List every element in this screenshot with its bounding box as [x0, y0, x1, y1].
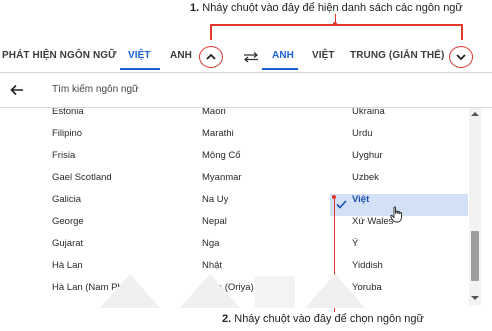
chevron-up-icon — [206, 53, 216, 60]
tab-source-vietnamese[interactable]: VIỆT — [128, 50, 151, 61]
checkmark-icon — [336, 200, 347, 209]
callout-1-text: Nháy chuột vào đây để hiện danh sách các… — [199, 2, 463, 14]
language-item[interactable]: Maori — [202, 108, 226, 123]
language-item-selected[interactable]: Việt — [352, 189, 369, 211]
language-item[interactable]: Estonia — [52, 108, 84, 123]
language-item[interactable]: Nhật — [202, 255, 222, 277]
source-languages-toggle-button[interactable] — [199, 46, 223, 68]
language-item[interactable]: Yiddish — [352, 255, 383, 277]
language-item[interactable]: Hà Lan (Nam Phi) — [52, 277, 128, 299]
language-item[interactable]: Hà Lan — [52, 255, 83, 277]
list-scrollbar[interactable] — [469, 108, 481, 305]
callout-1-number: 1. — [190, 2, 200, 14]
scrollbar-thumb[interactable] — [471, 231, 479, 281]
language-bar: PHÁT HIỆN NGÔN NGỮ VIỆT ANH ANH VIỆT TRU… — [0, 40, 492, 73]
language-item[interactable]: Na Uy — [202, 189, 228, 211]
source-active-underline — [120, 68, 160, 70]
back-arrow-icon[interactable] — [10, 84, 24, 96]
search-input[interactable]: Tìm kiếm ngôn ngữ — [52, 84, 139, 95]
tab-target-english[interactable]: ANH — [272, 50, 294, 61]
callout-2-number: 2. — [222, 313, 232, 325]
chevron-down-icon — [456, 54, 466, 61]
callout-2-text: Nháy chuột vào đây để chọn ngôn ngữ — [231, 313, 424, 325]
scroll-down-icon[interactable] — [471, 295, 479, 301]
swap-languages-icon[interactable] — [242, 52, 260, 62]
target-languages-toggle-button[interactable] — [449, 46, 473, 68]
language-list: Estonia Filipino Frisia Gael Scotland Ga… — [0, 108, 492, 305]
language-item[interactable]: George — [52, 211, 84, 233]
language-item[interactable]: Yoruba — [352, 277, 382, 299]
language-item[interactable]: Urdu — [352, 123, 373, 145]
language-item[interactable]: Uzbek — [352, 167, 379, 189]
tab-detect-language[interactable]: PHÁT HIỆN NGÔN NGỮ — [2, 50, 117, 61]
tab-target-chinese-simplified[interactable]: TRUNG (GIẢN THỂ) — [350, 50, 444, 61]
target-active-underline — [262, 68, 298, 70]
callout-1-line-mid — [334, 14, 336, 24]
language-item[interactable]: Uyghur — [352, 145, 383, 167]
callout-1: 1. Nháy chuột vào đây để hiện danh sách … — [190, 2, 490, 14]
language-item[interactable]: Galicia — [52, 189, 81, 211]
language-item[interactable]: Frisia — [52, 145, 75, 167]
callout-2: 2. Nháy chuột vào đây để chọn ngôn ngữ — [222, 313, 424, 325]
hand-cursor-icon — [390, 206, 402, 223]
language-item[interactable]: Nga — [202, 233, 219, 255]
language-item[interactable]: Nepal — [202, 211, 227, 233]
tab-target-vietnamese[interactable]: VIỆT — [312, 50, 335, 61]
language-item[interactable]: Gujarat — [52, 233, 83, 255]
scroll-up-icon[interactable] — [471, 111, 479, 117]
language-item[interactable]: Mông Cổ — [202, 145, 241, 167]
language-item[interactable]: Ukraina — [352, 108, 385, 123]
language-item[interactable]: Marathi — [202, 123, 234, 145]
language-item[interactable]: Gael Scotland — [52, 167, 112, 189]
language-item[interactable]: Odia (Oriya) — [202, 277, 254, 299]
language-item[interactable]: Myanmar — [202, 167, 242, 189]
language-item[interactable]: Ý — [352, 233, 358, 255]
language-search-row: Tìm kiếm ngôn ngữ — [0, 73, 492, 108]
callout-2-line — [333, 197, 335, 312]
language-item[interactable]: Filipino — [52, 123, 82, 145]
tab-source-english[interactable]: ANH — [170, 50, 192, 61]
language-item[interactable]: Xứ Wales — [352, 211, 393, 233]
